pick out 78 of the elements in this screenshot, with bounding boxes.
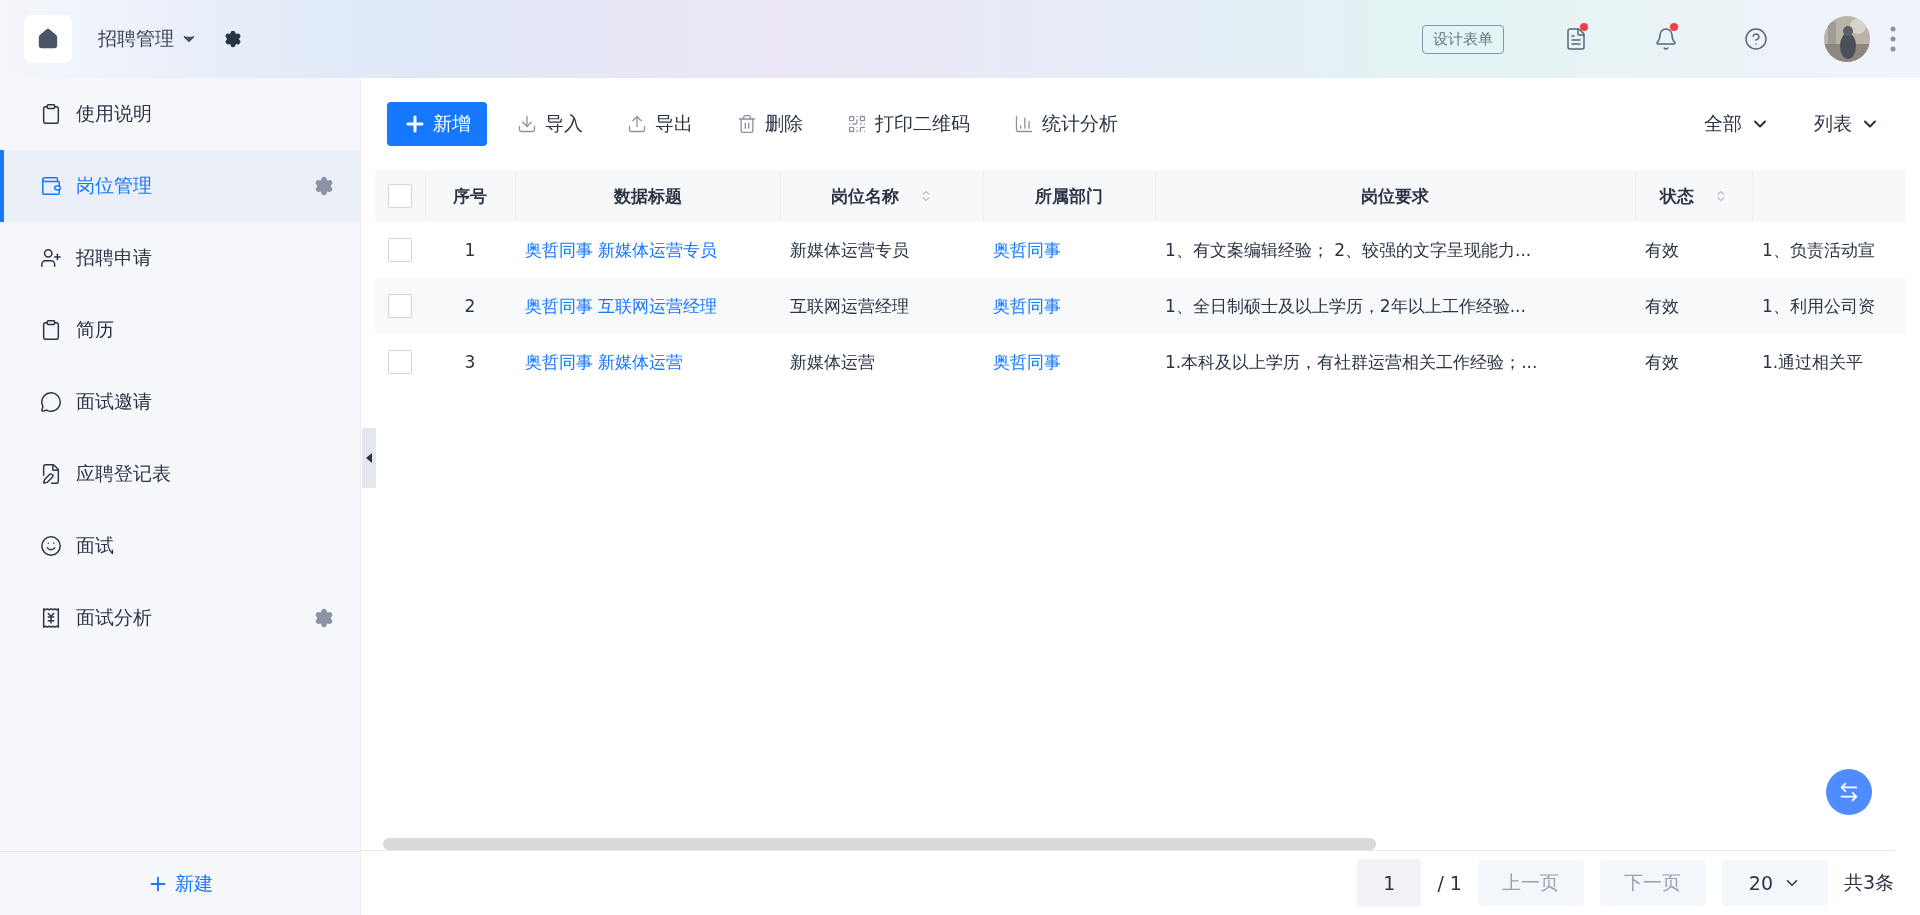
column-header[interactable]: 序号 <box>425 170 515 222</box>
user-plus-icon <box>40 247 62 269</box>
caret-left-icon <box>366 453 372 463</box>
toolbar-button[interactable]: 统计分析 <box>1000 102 1132 146</box>
sidebar-item[interactable]: 面试 <box>0 510 360 582</box>
home-icon <box>37 28 59 50</box>
edit-document-icon <box>40 463 62 485</box>
table-cell: 1、利用公司资 <box>1762 295 1875 316</box>
table-cell: 互联网运营经理 <box>790 295 909 316</box>
trash-icon <box>737 114 757 134</box>
sidebar-item[interactable]: 岗位管理 <box>0 150 360 222</box>
row-checkbox[interactable] <box>388 238 412 262</box>
sidebar-item[interactable]: 面试邀请 <box>0 366 360 438</box>
sidebar-item[interactable]: 简历 <box>0 294 360 366</box>
column-header[interactable]: 所属部门 <box>983 170 1155 222</box>
sidebar-item[interactable]: 应聘登记表 <box>0 438 360 510</box>
clipboard-icon <box>40 103 62 125</box>
table-link[interactable]: 奥哲同事 新媒体运营 <box>525 351 684 372</box>
wallet-icon <box>40 175 62 197</box>
download-icon <box>517 114 537 134</box>
home-button[interactable] <box>24 15 72 63</box>
table-link[interactable]: 奥哲同事 <box>993 239 1061 260</box>
table-cell: 新媒体运营 <box>790 351 875 372</box>
filter-dropdown[interactable]: 列表 <box>1800 102 1894 146</box>
table-cell: 新媒体运营专员 <box>790 239 909 260</box>
table-cell: 3 <box>464 352 476 372</box>
table-link[interactable]: 奥哲同事 互联网运营经理 <box>525 295 718 316</box>
table-cell: 有效 <box>1645 351 1679 372</box>
bell-icon <box>1654 27 1678 51</box>
yen-receipt-icon <box>40 607 62 629</box>
table-cell: 1、负责活动宣 <box>1762 239 1875 260</box>
table-cell: 有效 <box>1645 239 1679 260</box>
help-icon <box>1744 27 1768 51</box>
row-checkbox[interactable] <box>388 350 412 374</box>
column-header[interactable]: 状态 <box>1635 170 1752 222</box>
column-header[interactable]: 岗位要求 <box>1155 170 1635 222</box>
filter-dropdown[interactable]: 全部 <box>1690 102 1784 146</box>
app-title-dropdown[interactable]: 招聘管理 <box>92 25 204 53</box>
swap-icon <box>1838 781 1860 803</box>
table-cell: 1.通过相关平 <box>1762 351 1864 372</box>
qr-code-icon <box>847 114 867 134</box>
toolbar-button[interactable]: 导出 <box>613 102 707 146</box>
chat-bubble-icon <box>40 391 62 413</box>
toolbar-button[interactable]: 打印二维码 <box>833 102 984 146</box>
sidebar-item[interactable]: 使用说明 <box>0 78 360 150</box>
horizontal-scrollbar[interactable] <box>383 838 1376 850</box>
design-form-button[interactable]: 设计表单 <box>1422 24 1504 54</box>
table-cell: 1、全日制硕士及以上学历，2年以上工作经验... <box>1165 295 1526 316</box>
table-cell: 1、有文案编辑经验； 2、较强的文字呈现能力... <box>1165 239 1532 260</box>
smiley-icon <box>40 535 62 557</box>
column-header[interactable]: 数据标题 <box>515 170 780 222</box>
total-pages-text: / 1 <box>1437 872 1462 894</box>
upload-icon <box>627 114 647 134</box>
row-checkbox[interactable] <box>388 294 412 318</box>
table-link[interactable]: 奥哲同事 <box>993 351 1061 372</box>
clipboard-icon <box>40 319 62 341</box>
table-link[interactable]: 奥哲同事 新媒体运营专员 <box>525 239 718 260</box>
sidebar-item[interactable]: 面试分析 <box>0 582 360 654</box>
settings-icon[interactable] <box>224 30 242 48</box>
add-button[interactable]: 新增 <box>387 102 487 146</box>
column-header[interactable]: 岗位名称 <box>780 170 983 222</box>
table-cell: 有效 <box>1645 295 1679 316</box>
total-count-text: 共3条 <box>1843 870 1894 895</box>
table-cell: 1 <box>464 240 476 260</box>
bar-chart-icon <box>1014 114 1034 134</box>
select-all-checkbox[interactable] <box>387 184 412 208</box>
collapse-sidebar-button[interactable] <box>362 428 376 488</box>
page-size-dropdown[interactable]: 20 <box>1721 860 1828 906</box>
more-icon[interactable] <box>1890 26 1896 52</box>
switch-button[interactable] <box>1826 769 1872 815</box>
document-icon <box>1564 27 1588 51</box>
toolbar-button[interactable]: 删除 <box>723 102 817 146</box>
table-cell: 1.本科及以上学历，有社群运营相关工作经验；... <box>1165 351 1538 372</box>
table-link[interactable]: 奥哲同事 <box>993 295 1061 316</box>
toolbar-button[interactable]: 导入 <box>503 102 597 146</box>
sidebar-item[interactable]: 招聘申请 <box>0 222 360 294</box>
table-cell: 2 <box>464 296 476 316</box>
page-number-field[interactable]: 1 <box>1357 859 1422 907</box>
